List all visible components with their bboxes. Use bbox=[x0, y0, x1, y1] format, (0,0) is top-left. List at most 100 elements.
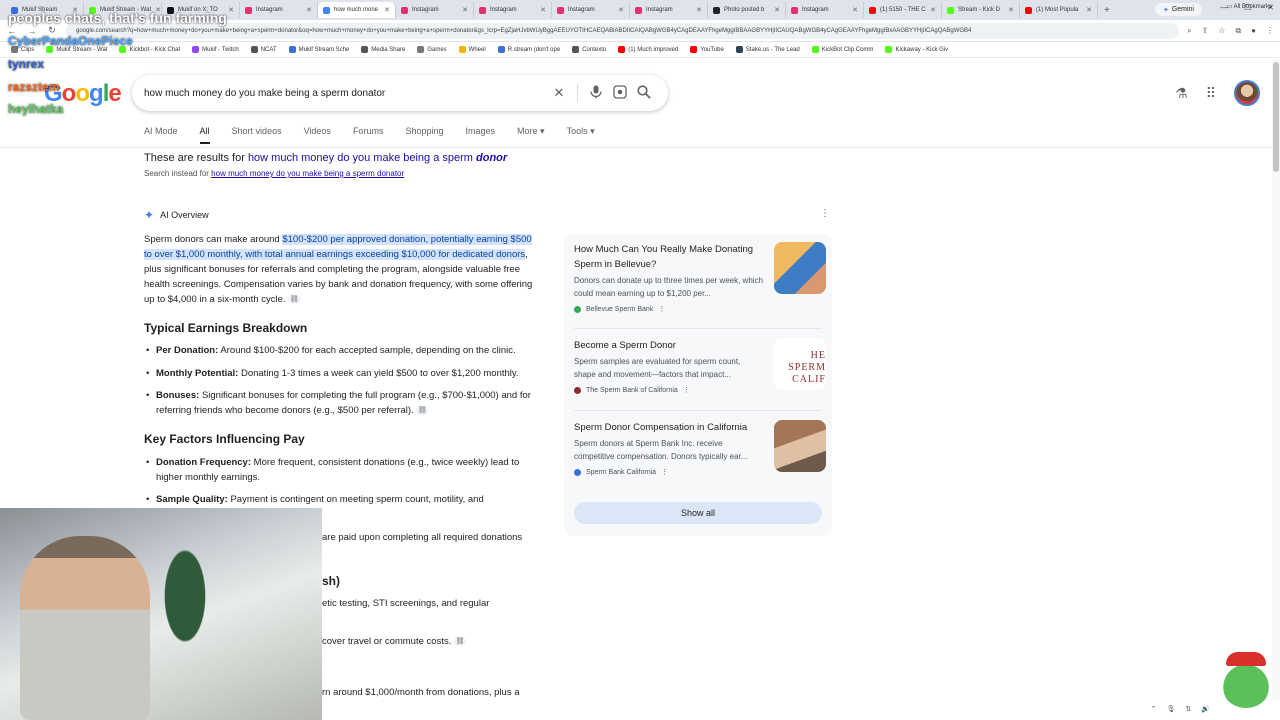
tab-close-icon[interactable]: ✕ bbox=[852, 6, 858, 14]
microphone-icon[interactable] bbox=[584, 85, 608, 102]
bookmark-item[interactable]: R.stream (don't ope bbox=[493, 46, 566, 53]
url-bar[interactable]: google.com/search?q=how+much+money+do+yo… bbox=[66, 22, 1180, 39]
search-tab-tools[interactable]: Tools ▾ bbox=[567, 126, 595, 143]
browser-tab[interactable]: Stream - Kick D ✕ bbox=[942, 2, 1020, 18]
zoom-icon[interactable]: ⌕ bbox=[1187, 26, 1191, 36]
microphone-tray-icon[interactable]: 🎙 bbox=[1167, 705, 1176, 713]
search-icon[interactable] bbox=[632, 84, 656, 102]
bookmark-item[interactable]: YouTube bbox=[685, 46, 729, 53]
spelling-correction: These are results for how much money do … bbox=[144, 152, 507, 164]
bookmark-item[interactable]: Media Share bbox=[356, 46, 410, 53]
citation-link-icon[interactable]: ⛓ bbox=[288, 294, 301, 304]
source-more-icon[interactable]: ⋮ bbox=[683, 386, 690, 394]
search-input[interactable] bbox=[144, 87, 547, 99]
logo-letter: o bbox=[61, 80, 77, 107]
network-icon[interactable]: ⇅ bbox=[1185, 705, 1191, 713]
bookmark-label: YouTube bbox=[700, 46, 724, 53]
search-tab-shopping[interactable]: Shopping bbox=[405, 126, 443, 142]
show-all-button[interactable]: Show all bbox=[574, 502, 822, 524]
browser-tab[interactable]: Instagram ✕ bbox=[552, 2, 630, 18]
tab-close-icon[interactable]: ✕ bbox=[1008, 6, 1014, 14]
streamer bbox=[20, 536, 150, 720]
search-box: ✕ bbox=[132, 75, 668, 111]
search-tab-forums[interactable]: Forums bbox=[353, 126, 384, 142]
source-more-icon[interactable]: ⋮ bbox=[661, 468, 668, 476]
share-icon[interactable]: ⇪ bbox=[1202, 26, 1209, 36]
browser-tab[interactable]: Instagram ✕ bbox=[786, 2, 864, 18]
search-tab-ai-mode[interactable]: AI Mode bbox=[144, 126, 178, 142]
tab-close-icon[interactable]: ✕ bbox=[462, 6, 468, 14]
tab-close-icon[interactable]: ✕ bbox=[774, 6, 780, 14]
source-title[interactable]: Sperm Donor Compensation in California bbox=[574, 420, 764, 435]
apps-grid-icon[interactable]: ⠿ bbox=[1206, 85, 1216, 102]
search-tab-more[interactable]: More ▾ bbox=[517, 126, 545, 143]
tab-close-icon[interactable]: ✕ bbox=[228, 6, 234, 14]
logo-letter: g bbox=[89, 80, 104, 107]
source-card[interactable]: Sperm Donor Compensation in California S… bbox=[574, 420, 826, 476]
tab-close-icon[interactable]: ✕ bbox=[384, 6, 390, 14]
bookmark-favicon-icon bbox=[417, 46, 425, 53]
source-card[interactable]: Become a Sperm Donor Sperm samples are e… bbox=[574, 338, 826, 394]
tray-chevron-icon[interactable]: ⌃ bbox=[1151, 705, 1157, 713]
christmas-tree bbox=[150, 518, 220, 648]
bookmark-item[interactable]: Contexto bbox=[567, 46, 611, 53]
labs-flask-icon[interactable]: ⚗ bbox=[1175, 85, 1188, 102]
browser-tab[interactable]: (1) 5150 - THE C ✕ bbox=[864, 2, 942, 18]
bookmark-item[interactable]: Games bbox=[412, 46, 451, 53]
volume-icon[interactable]: 🔊 bbox=[1201, 705, 1210, 713]
menu-icon[interactable]: ⋮ bbox=[1266, 26, 1274, 36]
clear-icon[interactable]: ✕ bbox=[547, 85, 571, 101]
search-tab-short-videos[interactable]: Short videos bbox=[232, 126, 282, 142]
extensions-icon[interactable]: ⧉ bbox=[1235, 26, 1241, 36]
browser-tab[interactable]: Instagram ✕ bbox=[630, 2, 708, 18]
overlay-chat-username: tynrex bbox=[8, 57, 45, 71]
tab-close-icon[interactable]: ✕ bbox=[540, 6, 546, 14]
tab-close-icon[interactable]: ✕ bbox=[930, 6, 936, 14]
search-tab-videos[interactable]: Videos bbox=[304, 126, 331, 142]
site-favicon-icon bbox=[574, 468, 581, 476]
browser-tab[interactable]: (1) Most Popula ✕ bbox=[1020, 2, 1098, 18]
lens-icon[interactable] bbox=[608, 84, 632, 102]
tab-close-icon[interactable]: ✕ bbox=[696, 6, 702, 14]
source-title[interactable]: Become a Sperm Donor bbox=[574, 338, 764, 353]
bookmark-favicon-icon bbox=[497, 46, 505, 53]
source-title[interactable]: How Much Can You Really Make Donating Sp… bbox=[574, 242, 764, 272]
source-more-icon[interactable]: ⋮ bbox=[658, 305, 665, 313]
source-thumbnail[interactable]: HE SPERM CALIF bbox=[774, 338, 826, 390]
browser-tab[interactable]: Instagram ✕ bbox=[240, 2, 318, 18]
citation-link-icon[interactable]: ⛓ bbox=[416, 405, 429, 415]
bookmark-favicon-icon bbox=[250, 46, 258, 53]
bookmark-item[interactable]: NCAT bbox=[246, 46, 282, 53]
browser-tab[interactable]: Photo posted b ✕ bbox=[708, 2, 786, 18]
browser-tab[interactable]: Instagram ✕ bbox=[396, 2, 474, 18]
source-card[interactable]: How Much Can You Really Make Donating Sp… bbox=[574, 242, 826, 313]
tab-close-icon[interactable]: ✕ bbox=[306, 6, 312, 14]
bookmark-item[interactable]: KickBot Clip Comm bbox=[807, 46, 879, 53]
bookmark-item[interactable]: Kickaway - Kick Giv bbox=[880, 46, 953, 53]
all-bookmarks[interactable]: ▭ All Bookmarks bbox=[1227, 3, 1272, 10]
bookmark-item[interactable]: Stake.us - The Lead bbox=[731, 46, 805, 53]
search-tab-images[interactable]: Images bbox=[466, 126, 496, 142]
browser-tab[interactable]: Instagram ✕ bbox=[474, 2, 552, 18]
tab-label: Instagram bbox=[490, 7, 517, 13]
account-avatar[interactable] bbox=[1234, 80, 1260, 106]
corrected-query-link[interactable]: how much money do you make being a sperm… bbox=[248, 152, 507, 164]
tab-close-icon[interactable]: ✕ bbox=[618, 6, 624, 14]
profile-icon[interactable]: ● bbox=[1251, 26, 1256, 36]
browser-tab[interactable]: how much mone ✕ bbox=[318, 2, 396, 18]
new-tab-icon[interactable]: + bbox=[1098, 5, 1116, 16]
original-query-link[interactable]: how much money do you make being a sperm… bbox=[211, 169, 404, 178]
ai-overview-more-icon[interactable]: ⋮ bbox=[820, 208, 830, 219]
source-thumbnail[interactable] bbox=[774, 420, 826, 472]
citation-link-icon[interactable]: ⛓ bbox=[454, 636, 466, 646]
bookmark-item[interactable]: Wheel bbox=[454, 46, 491, 53]
search-tab-all[interactable]: All bbox=[199, 126, 210, 144]
bookmark-item[interactable]: Mukif - Twitch bbox=[187, 46, 244, 53]
scrollbar-thumb[interactable] bbox=[1273, 62, 1279, 172]
bookmark-item[interactable]: (1) Much improved bbox=[613, 46, 683, 53]
gemini-button[interactable]: ✦ Gemini bbox=[1154, 3, 1202, 16]
source-thumbnail[interactable] bbox=[774, 242, 826, 294]
bookmark-item[interactable]: Mukif Stream Sche bbox=[284, 46, 355, 53]
tab-close-icon[interactable]: ✕ bbox=[1086, 6, 1092, 14]
bookmark-star-icon[interactable]: ☆ bbox=[1218, 26, 1225, 36]
